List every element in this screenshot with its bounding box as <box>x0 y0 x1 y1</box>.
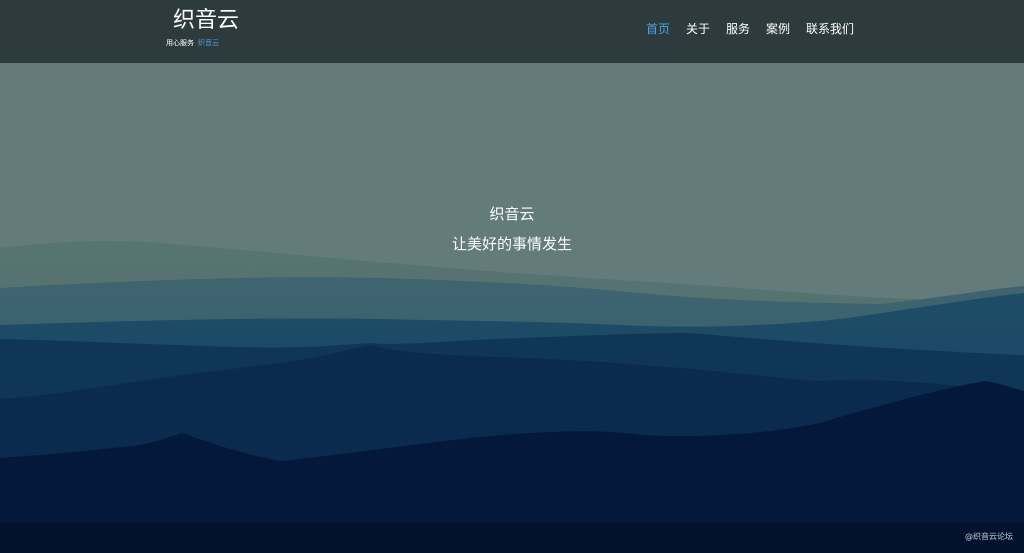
nav-item-cases[interactable]: 案例 <box>766 21 790 37</box>
hero-slogan: 让美好的事情发生 <box>451 235 572 253</box>
nav-item-about[interactable]: 关于 <box>686 21 710 37</box>
site-logo[interactable]: 织音云 <box>173 7 239 35</box>
nav-item-home[interactable]: 首页 <box>646 21 670 37</box>
site-tagline: 用心服务 织音云 <box>166 38 219 48</box>
hero-banner: 织音云 让美好的事情发生 <box>0 63 1024 553</box>
watermark: @织音云论坛 <box>965 532 1013 541</box>
tagline-highlight: 织音云 <box>198 39 219 47</box>
mountain-landscape-illustration <box>0 63 1024 553</box>
hero-title: 织音云 <box>489 205 535 223</box>
nav-item-services[interactable]: 服务 <box>726 21 750 37</box>
site-header: 织音云 用心服务 织音云 首页 关于 服务 案例 联系我们 <box>0 0 1024 63</box>
tagline-text: 用心服务 <box>166 39 194 47</box>
nav-item-contact[interactable]: 联系我们 <box>806 21 854 37</box>
